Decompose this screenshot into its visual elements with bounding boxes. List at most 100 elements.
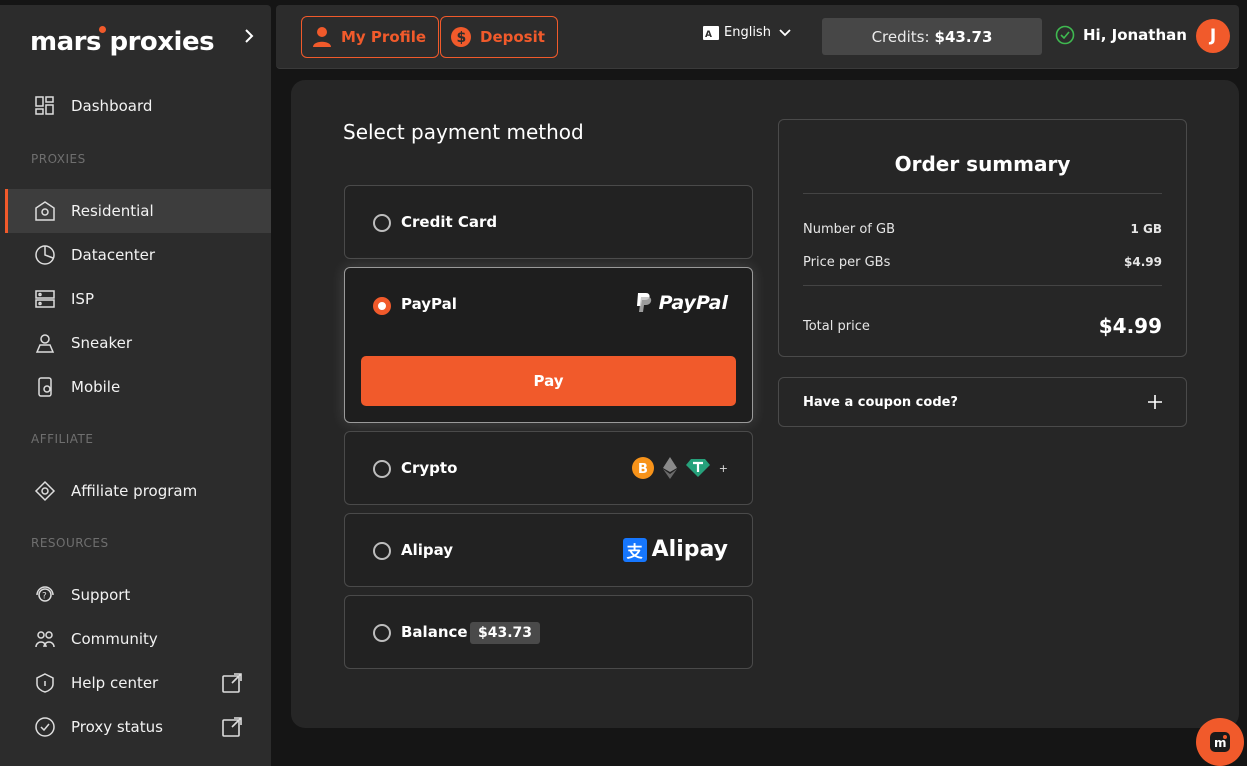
support-icon: ? [33, 583, 57, 607]
sidebar-item-label: Datacenter [71, 246, 156, 264]
help-icon [33, 671, 57, 695]
sidebar-item-dashboard[interactable]: Dashboard [5, 84, 271, 128]
divider [803, 193, 1162, 194]
sidebar-item-datacenter[interactable]: Datacenter [5, 233, 271, 277]
order-summary-title: Order summary [894, 152, 1071, 176]
sneaker-icon [33, 331, 57, 355]
payment-panel: Select payment method Credit Card PayPal… [291, 80, 1239, 728]
credits-display: Credits: $43.73 [822, 18, 1042, 55]
radio-button[interactable] [373, 624, 391, 642]
status-icon [33, 715, 57, 739]
balance-badge: $43.73 [470, 622, 541, 644]
payment-option-crypto[interactable]: Crypto B + [344, 431, 753, 505]
radio-button[interactable] [373, 460, 391, 478]
alipay-logo-text: Alipay [651, 537, 728, 562]
crypto-icons: B + [631, 457, 728, 479]
chat-widget-button[interactable]: m [1196, 718, 1244, 766]
pay-button[interactable]: Pay [361, 356, 736, 406]
option-label: Crypto [401, 459, 458, 477]
coupon-label: Have a coupon code? [803, 394, 958, 410]
language-label: English [724, 25, 771, 40]
credits-value: $43.73 [934, 27, 993, 46]
sidebar: mars proxies Dashboard PROXIES Residenti… [0, 5, 271, 766]
gb-label: Number of GB [803, 222, 896, 237]
price-label: Price per GBs [803, 255, 891, 270]
section-proxies: PROXIES [31, 152, 86, 166]
sidebar-item-community[interactable]: Community [5, 617, 271, 661]
user-icon [313, 27, 331, 47]
external-link-icon[interactable] [221, 716, 243, 738]
mobile-icon [33, 375, 57, 399]
total-value: $4.99 [1098, 314, 1162, 338]
paypal-logo-text: PayPal [658, 292, 728, 314]
radio-button[interactable] [373, 542, 391, 560]
external-link-icon[interactable] [221, 672, 243, 694]
my-profile-label: My Profile [341, 28, 427, 46]
payment-option-credit-card[interactable]: Credit Card [344, 185, 753, 259]
user-greeting: Hi, Jonathan [1055, 25, 1187, 45]
payment-option-balance[interactable]: Balance $43.73 [344, 595, 753, 669]
plus-icon [1148, 395, 1162, 409]
ethereum-icon [662, 457, 677, 479]
bitcoin-icon: B [631, 457, 654, 479]
deposit-label: Deposit [480, 28, 545, 46]
dashboard-icon [33, 94, 57, 118]
crypto-more: + [718, 461, 728, 475]
price-value: $4.99 [1124, 255, 1162, 269]
affiliate-icon [33, 479, 57, 503]
brand-logo[interactable]: mars proxies [30, 26, 215, 57]
radio-button[interactable] [373, 214, 391, 232]
section-resources: RESOURCES [31, 536, 109, 550]
payment-option-paypal[interactable]: PayPal PayPal Pay [344, 267, 753, 423]
chevron-down-icon [779, 28, 791, 36]
tether-icon [685, 459, 710, 477]
svg-text:B: B [638, 462, 648, 477]
summary-row-price: Price per GBs $4.99 [803, 255, 1162, 270]
residential-icon [33, 199, 57, 223]
summary-row-gb: Number of GB 1 GB [803, 222, 1162, 237]
payment-option-alipay[interactable]: Alipay 支 Alipay [344, 513, 753, 587]
option-label: PayPal [401, 295, 457, 313]
deposit-button[interactable]: $ Deposit [440, 16, 558, 58]
divider [803, 285, 1162, 286]
option-label: Alipay [401, 541, 454, 559]
sidebar-item-label: ISP [71, 290, 94, 308]
sidebar-item-mobile[interactable]: Mobile [5, 365, 271, 409]
paypal-logo: PayPal [633, 292, 728, 314]
dollar-icon: $ [451, 27, 471, 47]
datacenter-icon [33, 243, 57, 267]
sidebar-item-label: Support [71, 586, 131, 604]
svg-text:?: ? [42, 592, 47, 602]
my-profile-button[interactable]: My Profile [301, 16, 440, 58]
sidebar-item-sneaker[interactable]: Sneaker [5, 321, 271, 365]
logo-dot [99, 26, 106, 33]
paypal-icon [636, 293, 651, 312]
translate-icon: A [703, 25, 719, 40]
check-circle-icon [1055, 25, 1075, 45]
coupon-toggle[interactable]: Have a coupon code? [778, 377, 1187, 427]
gb-value: 1 GB [1130, 222, 1162, 236]
chat-icon: m [1210, 732, 1230, 752]
logo-text: mars proxies [30, 27, 215, 57]
sidebar-item-affiliate[interactable]: Affiliate program [5, 469, 271, 513]
sidebar-item-residential[interactable]: Residential [5, 189, 271, 233]
sidebar-item-label: Proxy status [71, 718, 163, 736]
radio-button-selected[interactable] [373, 297, 391, 315]
summary-row-total: Total price $4.99 [803, 314, 1162, 338]
avatar[interactable]: J [1196, 19, 1230, 53]
sidebar-item-isp[interactable]: ISP [5, 277, 271, 321]
order-summary: Order summary Number of GB 1 GB Price pe… [778, 119, 1187, 357]
section-affiliate: AFFILIATE [31, 432, 94, 446]
total-label: Total price [803, 318, 870, 334]
chevron-right-icon[interactable] [240, 27, 258, 45]
sidebar-item-label: Community [71, 630, 158, 648]
alipay-logo: 支 Alipay [622, 537, 728, 562]
svg-text:$: $ [457, 30, 467, 46]
sidebar-item-label: Sneaker [71, 334, 132, 352]
sidebar-item-label: Mobile [71, 378, 121, 396]
language-selector[interactable]: A English [703, 25, 791, 40]
sidebar-item-label: Residential [71, 202, 154, 220]
sidebar-item-support[interactable]: ? Support [5, 573, 271, 617]
svg-text:A: A [705, 30, 712, 40]
greeting-text: Hi, Jonathan [1083, 26, 1187, 44]
